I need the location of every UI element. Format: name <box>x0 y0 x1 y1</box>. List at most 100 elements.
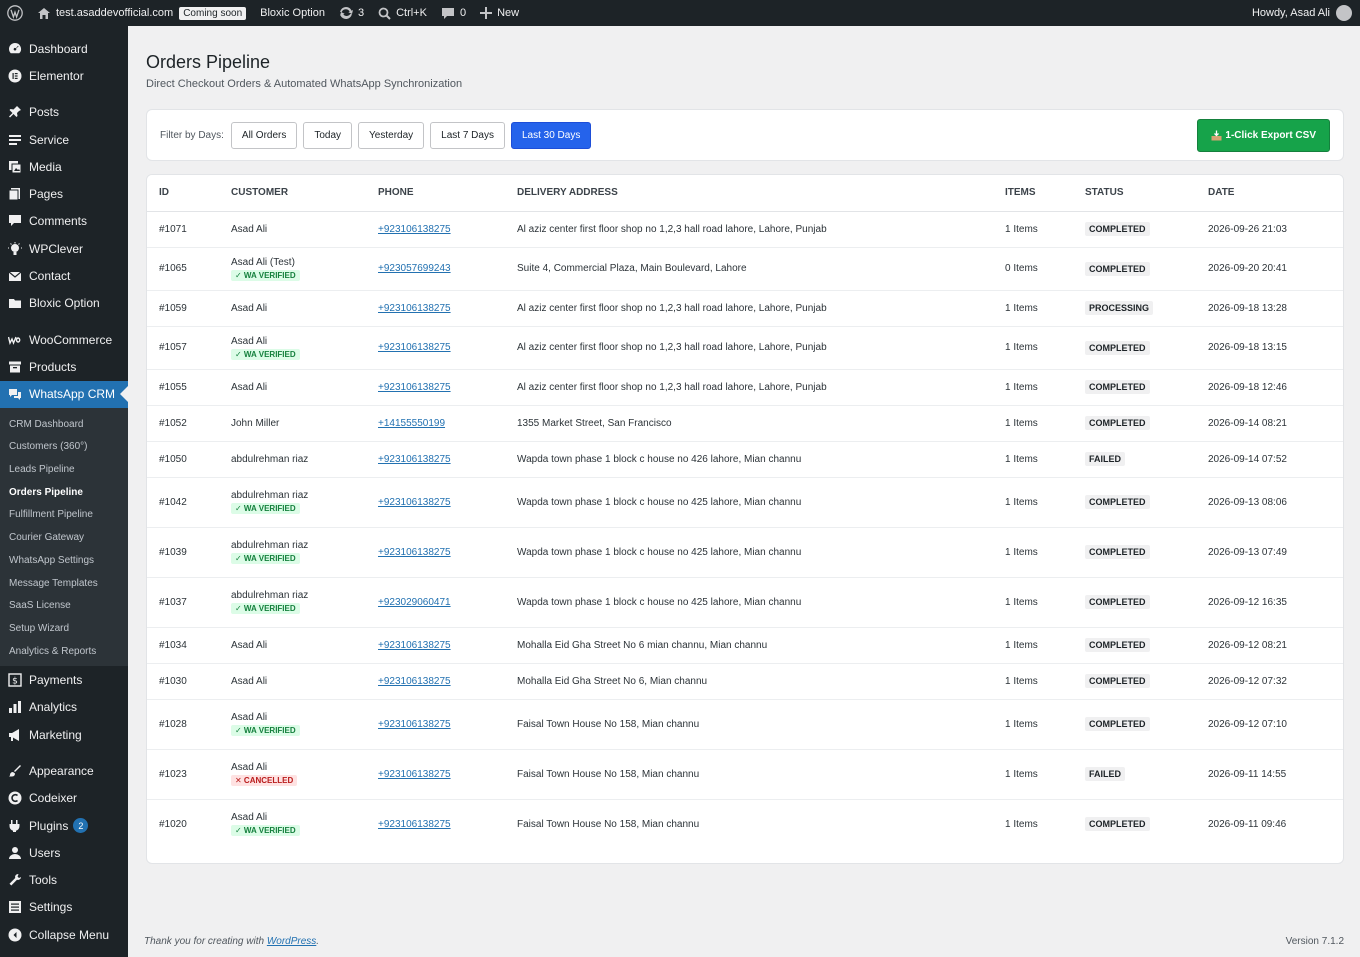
phone-link[interactable]: +923106138275 <box>378 640 451 651</box>
table-row[interactable]: #1065 Asad Ali (Test) ✓ WA VERIFIED +923057… <box>147 247 1343 291</box>
phone-link[interactable]: +923106138275 <box>378 342 451 353</box>
wa-verified-badge: ✓ WA VERIFIED <box>231 269 300 281</box>
export-csv-button[interactable]: 1-Click Export CSV <box>1197 119 1330 152</box>
footer-version: Version 7.1.2 <box>1285 936 1344 947</box>
menu-contact[interactable]: Contact <box>0 262 128 289</box>
filter-today-button[interactable]: Today <box>303 121 353 149</box>
menu-posts[interactable]: Posts <box>0 99 128 126</box>
items-count: 1 Items <box>993 290 1073 327</box>
menu-marketing[interactable]: Marketing <box>0 721 128 748</box>
submenu-crm-dashboard[interactable]: CRM Dashboard <box>0 413 128 436</box>
wordpress-link[interactable]: WordPress <box>267 936 316 947</box>
column-header-status[interactable]: STATUS <box>1073 175 1196 212</box>
menu-dashboard[interactable]: Dashboard <box>0 35 128 62</box>
column-header-customer[interactable]: CUSTOMER <box>219 175 366 212</box>
order-date: 2026-09-26 21:03 <box>1196 211 1343 248</box>
submenu-customers[interactable]: Customers (360°) <box>0 436 128 459</box>
column-header-phone[interactable]: PHONE <box>366 175 505 212</box>
phone-link[interactable]: +14155550199 <box>378 418 445 429</box>
phone-link[interactable]: +923106138275 <box>378 497 451 508</box>
phone-link[interactable]: +923029060471 <box>378 597 451 608</box>
filter-last-30-days-button[interactable]: Last 30 Days <box>510 121 592 149</box>
submenu-whatsapp-settings[interactable]: WhatsApp Settings <box>0 549 128 572</box>
phone-link[interactable]: +923057699243 <box>378 263 451 274</box>
menu-media[interactable]: Media <box>0 153 128 180</box>
menu-plugins[interactable]: Plugins 2 <box>0 812 128 839</box>
table-row[interactable]: #1057 Asad Ali ✓ WA VERIFIED +923106138275 A… <box>147 326 1343 370</box>
filter-yesterday-button[interactable]: Yesterday <box>358 121 425 149</box>
updates-link[interactable]: 3 <box>332 0 371 26</box>
command-search[interactable]: Ctrl+K <box>371 0 434 26</box>
menu-pages[interactable]: Pages <box>0 180 128 207</box>
items-count: 1 Items <box>993 749 1073 800</box>
table-row[interactable]: #1039 abdulrehman riaz ✓ WA VERIFIED +92310… <box>147 527 1343 578</box>
phone-cell: +923057699243 <box>366 247 505 291</box>
menu-bloxic-option[interactable]: Bloxic Option <box>0 290 128 317</box>
menu-whatsapp-crm[interactable]: WhatsApp CRM <box>0 380 128 408</box>
comments-link[interactable]: 0 <box>434 0 473 26</box>
phone-link[interactable]: +923106138275 <box>378 769 451 780</box>
table-row[interactable]: #1050 abdulrehman riaz +923106138275 Wapda … <box>147 441 1343 478</box>
table-row[interactable]: #1023 Asad Ali ✕ CANCELLED +923106138275 Fai… <box>147 749 1343 800</box>
column-header-address[interactable]: DELIVERY ADDRESS <box>505 175 993 212</box>
column-header-id[interactable]: ID <box>147 175 219 212</box>
menu-comments[interactable]: Comments <box>0 208 128 235</box>
menu-wpclever[interactable]: WPClever <box>0 235 128 262</box>
dashboard-icon <box>7 41 23 57</box>
submenu-message-templates[interactable]: Message Templates <box>0 572 128 595</box>
menu-products[interactable]: Products <box>0 353 128 380</box>
order-date: 2026-09-12 16:35 <box>1196 577 1343 628</box>
phone-link[interactable]: +923106138275 <box>378 819 451 830</box>
menu-appearance[interactable]: Appearance <box>0 757 128 784</box>
phone-link[interactable]: +923106138275 <box>378 382 451 393</box>
menu-analytics[interactable]: Analytics <box>0 694 128 721</box>
filter-all-orders-button[interactable]: All Orders <box>230 121 298 149</box>
table-row[interactable]: #1052 John Miller +14155550199 1355 Market … <box>147 405 1343 442</box>
table-row[interactable]: #1034 Asad Ali +923106138275 Mohalla Eid Gh… <box>147 627 1343 664</box>
menu-users[interactable]: Users <box>0 839 128 866</box>
order-id: #1052 <box>147 405 219 442</box>
table-row[interactable]: #1037 abdulrehman riaz ✓ WA VERIFIED +92302… <box>147 577 1343 628</box>
filter-last-7-days-button[interactable]: Last 7 Days <box>430 121 505 149</box>
my-account[interactable]: Howdy, Asad Ali <box>1245 0 1360 26</box>
menu-service[interactable]: Service <box>0 126 128 153</box>
new-content-link[interactable]: New <box>473 0 526 26</box>
bloxic-option-link[interactable]: Bloxic Option <box>253 0 332 26</box>
customer-name: Asad Ali <box>231 381 268 393</box>
table-row[interactable]: #1071 Asad Ali +923106138275 Al aziz center… <box>147 211 1343 248</box>
delivery-address: Wapda town phase 1 block c house no 425 … <box>505 527 993 578</box>
menu-elementor[interactable]: Elementor <box>0 62 128 89</box>
submenu-saas-license[interactable]: SaaS License <box>0 594 128 617</box>
table-row[interactable]: #1020 Asad Ali ✓ WA VERIFIED +923106138275 F… <box>147 799 1343 849</box>
submenu-courier-gateway[interactable]: Courier Gateway <box>0 526 128 549</box>
submenu-leads-pipeline[interactable]: Leads Pipeline <box>0 458 128 481</box>
phone-link[interactable]: +923106138275 <box>378 303 451 314</box>
codeixer-icon <box>7 790 23 806</box>
table-row[interactable]: #1028 Asad Ali ✓ WA VERIFIED +923106138275 F… <box>147 699 1343 750</box>
table-row[interactable]: #1030 Asad Ali +923106138275 Mohalla Eid Gh… <box>147 663 1343 700</box>
menu-payments[interactable]: $ Payments <box>0 666 128 693</box>
menu-woocommerce[interactable]: WooCommerce <box>0 326 128 353</box>
collapse-menu-button[interactable]: Collapse Menu <box>0 921 128 948</box>
menu-settings[interactable]: Settings <box>0 894 128 921</box>
phone-link[interactable]: +923106138275 <box>378 676 451 687</box>
submenu-fulfillment-pipeline[interactable]: Fulfillment Pipeline <box>0 504 128 527</box>
submenu-analytics-reports[interactable]: Analytics & Reports <box>0 640 128 663</box>
phone-link[interactable]: +923106138275 <box>378 224 451 235</box>
phone-link[interactable]: +923106138275 <box>378 454 451 465</box>
site-name-link[interactable]: test.asaddevofficial.com Coming soon <box>30 0 253 26</box>
phone-link[interactable]: +923106138275 <box>378 547 451 558</box>
table-row[interactable]: #1055 Asad Ali +923106138275 Al aziz center… <box>147 369 1343 406</box>
comments-count: 0 <box>459 7 467 19</box>
submenu-setup-wizard[interactable]: Setup Wizard <box>0 617 128 640</box>
column-header-date[interactable]: DATE <box>1196 175 1343 212</box>
submenu-orders-pipeline[interactable]: Orders Pipeline <box>0 481 128 504</box>
phone-link[interactable]: +923106138275 <box>378 719 451 730</box>
wordpress-logo-icon[interactable] <box>0 0 30 26</box>
table-row[interactable]: #1059 Asad Ali +923106138275 Al aziz center… <box>147 290 1343 327</box>
menu-tools[interactable]: Tools <box>0 867 128 894</box>
order-date: 2026-09-12 07:32 <box>1196 663 1343 700</box>
menu-codeixer[interactable]: Codeixer <box>0 785 128 812</box>
column-header-items[interactable]: ITEMS <box>993 175 1073 212</box>
table-row[interactable]: #1042 abdulrehman riaz ✓ WA VERIFIED +92310… <box>147 477 1343 528</box>
